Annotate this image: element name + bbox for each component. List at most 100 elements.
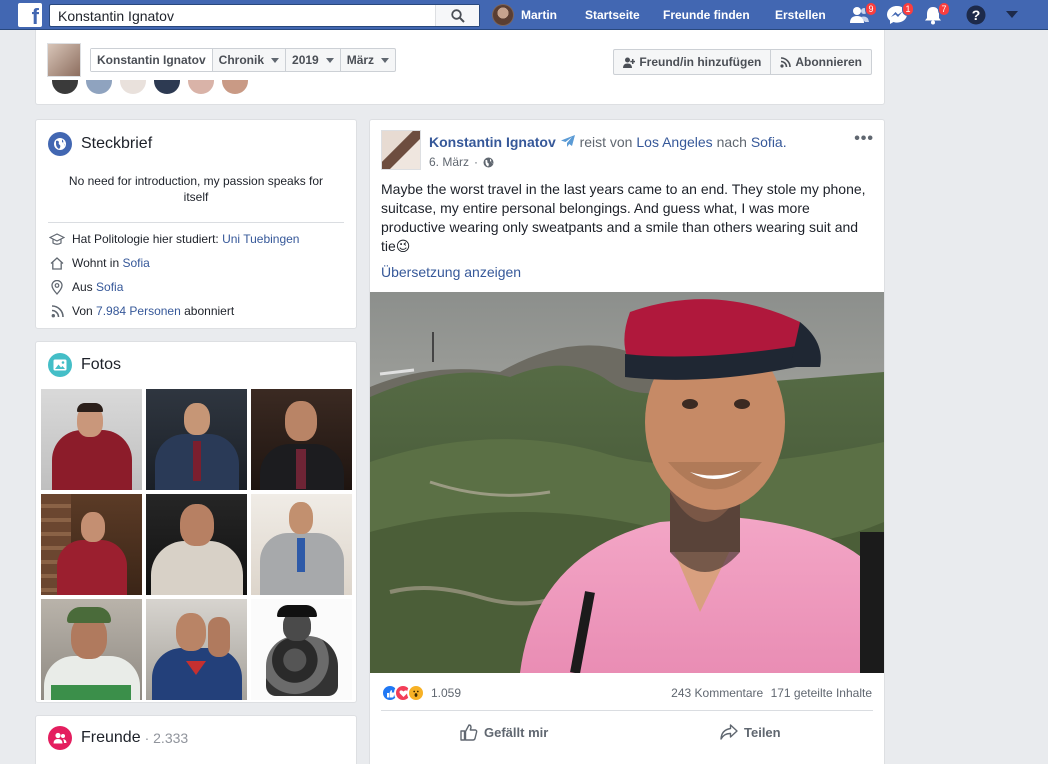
search-button[interactable] <box>435 5 479 26</box>
rss-icon <box>48 303 66 319</box>
nav-create-link[interactable]: Erstellen <box>775 8 826 22</box>
follow-label: Abonnieren <box>795 55 862 69</box>
like-button[interactable]: Gefällt mir <box>460 724 548 741</box>
notifications-button[interactable]: 7 <box>922 2 950 25</box>
intro-title: Steckbrief <box>81 135 153 152</box>
profile-name-link[interactable]: Konstantin Ignatov <box>91 49 213 71</box>
share-label: Teilen <box>744 724 781 740</box>
photo-figure <box>180 504 214 546</box>
photo-thumbnail[interactable] <box>41 599 142 700</box>
photo-figure <box>81 512 105 542</box>
post-card: Konstantin Ignatov reist von Los Angeles… <box>369 119 885 764</box>
thumbs-up-icon <box>460 724 478 741</box>
from-link[interactable]: Sofia <box>96 280 123 294</box>
photo-figure <box>150 541 243 595</box>
photos-header[interactable]: Fotos <box>36 342 356 377</box>
friend-avatar[interactable] <box>154 80 180 94</box>
photo-thumbnail[interactable] <box>251 599 352 700</box>
post-author-name[interactable]: Konstantin Ignatov <box>429 134 556 150</box>
friend-requests-button[interactable]: 9 <box>849 2 877 25</box>
post-date[interactable]: 6. März <box>429 155 469 169</box>
friend-avatars-strip <box>52 80 256 94</box>
chevron-down-icon <box>325 57 334 63</box>
followers-link[interactable]: 7.984 Personen <box>96 304 181 318</box>
facebook-logo[interactable]: f <box>18 3 42 27</box>
avatar <box>492 4 514 26</box>
post-header-text: Konstantin Ignatov reist von Los Angeles… <box>429 134 787 150</box>
nav-profile-link[interactable]: Martin <box>492 4 557 26</box>
comments-count[interactable]: 243 Kommentare <box>671 686 763 700</box>
photo-thumbnail[interactable] <box>146 389 247 490</box>
search-icon <box>450 8 465 23</box>
photo-figure <box>56 540 127 595</box>
messenger-button[interactable]: 1 <box>886 2 914 25</box>
graduation-cap-icon <box>48 231 66 247</box>
divider <box>381 710 873 711</box>
reaction-summary[interactable]: 1.059 <box>381 684 461 702</box>
intro-item-followers: Von 7.984 Personen abonniert <box>36 299 356 323</box>
add-friend-button[interactable]: Freund/in hinzufügen <box>614 50 772 74</box>
separator-dot: · <box>474 155 479 169</box>
education-link[interactable]: Uni Tuebingen <box>222 232 299 246</box>
search-input[interactable] <box>50 5 430 26</box>
shares-count[interactable]: 171 geteilte Inhalte <box>771 686 872 700</box>
year-label: 2019 <box>292 53 319 67</box>
nav-home-link[interactable]: Startseite <box>585 8 640 22</box>
photo-thumbnail[interactable] <box>41 494 142 595</box>
photo-thumbnail[interactable] <box>41 389 142 490</box>
photos-card: Fotos <box>35 341 357 703</box>
help-icon: ? <box>966 5 986 25</box>
timeline-selector: Konstantin Ignatov Chronik 2019 März <box>90 48 397 72</box>
like-label: Gefällt mir <box>484 725 549 740</box>
post-photo-scene <box>370 292 884 673</box>
profile-sticky-header: Konstantin Ignatov Chronik 2019 März Fre… <box>35 30 885 105</box>
help-button[interactable]: ? <box>966 5 988 25</box>
nav-find-friends-link[interactable]: Freunde finden <box>663 8 750 22</box>
post-photo[interactable] <box>370 292 884 673</box>
friend-avatar[interactable] <box>52 80 78 94</box>
follow-button[interactable]: Abonnieren <box>771 50 871 74</box>
nav-user-name: Martin <box>521 8 557 22</box>
followers-prefix: Von <box>72 304 93 318</box>
education-text: Hat Politologie hier studiert: <box>72 232 219 246</box>
photos-grid <box>41 389 352 700</box>
profile-thumbnail[interactable] <box>47 43 81 77</box>
post-author-avatar[interactable] <box>381 130 421 170</box>
intro-list: Hat Politologie hier studiert: Uni Tuebi… <box>36 227 356 323</box>
origin-link[interactable]: Los Angeles <box>636 134 712 150</box>
messages-badge: 1 <box>902 2 914 16</box>
see-translation-link[interactable]: Übersetzung anzeigen <box>381 264 521 280</box>
more-icon: ••• <box>854 130 874 147</box>
month-label: März <box>346 53 375 67</box>
section-dropdown[interactable]: Chronik <box>213 49 287 71</box>
photo-figure <box>51 430 132 490</box>
notifications-badge: 7 <box>938 2 950 16</box>
friend-avatar[interactable] <box>120 80 146 94</box>
divider <box>48 222 344 223</box>
year-dropdown[interactable]: 2019 <box>286 49 341 71</box>
share-button[interactable]: Teilen <box>720 724 781 740</box>
friends-header[interactable]: Freunde · 2.333 <box>36 716 356 750</box>
post-date-line: 6. März · <box>429 155 494 169</box>
photo-thumbnail[interactable] <box>251 389 352 490</box>
followers-suffix: abonniert <box>184 304 235 318</box>
photo-thumbnail[interactable] <box>146 494 247 595</box>
photo-figure <box>265 636 338 696</box>
month-dropdown[interactable]: März <box>341 49 395 71</box>
photo-figure <box>277 605 317 617</box>
wow-reaction-icon <box>407 684 425 702</box>
section-label: Chronik <box>218 53 265 67</box>
friend-avatar[interactable] <box>222 80 248 94</box>
photo-thumbnail[interactable] <box>251 494 352 595</box>
lives-link[interactable]: Sofia <box>122 256 149 270</box>
reaction-count: 1.059 <box>431 686 462 700</box>
account-menu-button[interactable] <box>1005 9 1027 29</box>
photo-figure <box>184 403 210 435</box>
photo-figure <box>296 449 306 489</box>
friend-avatar[interactable] <box>86 80 112 94</box>
post-options-button[interactable]: ••• <box>854 130 874 148</box>
dropdown-icon <box>1006 11 1018 18</box>
destination-link[interactable]: Sofia. <box>751 134 787 150</box>
photo-thumbnail[interactable] <box>146 599 247 700</box>
friend-avatar[interactable] <box>188 80 214 94</box>
